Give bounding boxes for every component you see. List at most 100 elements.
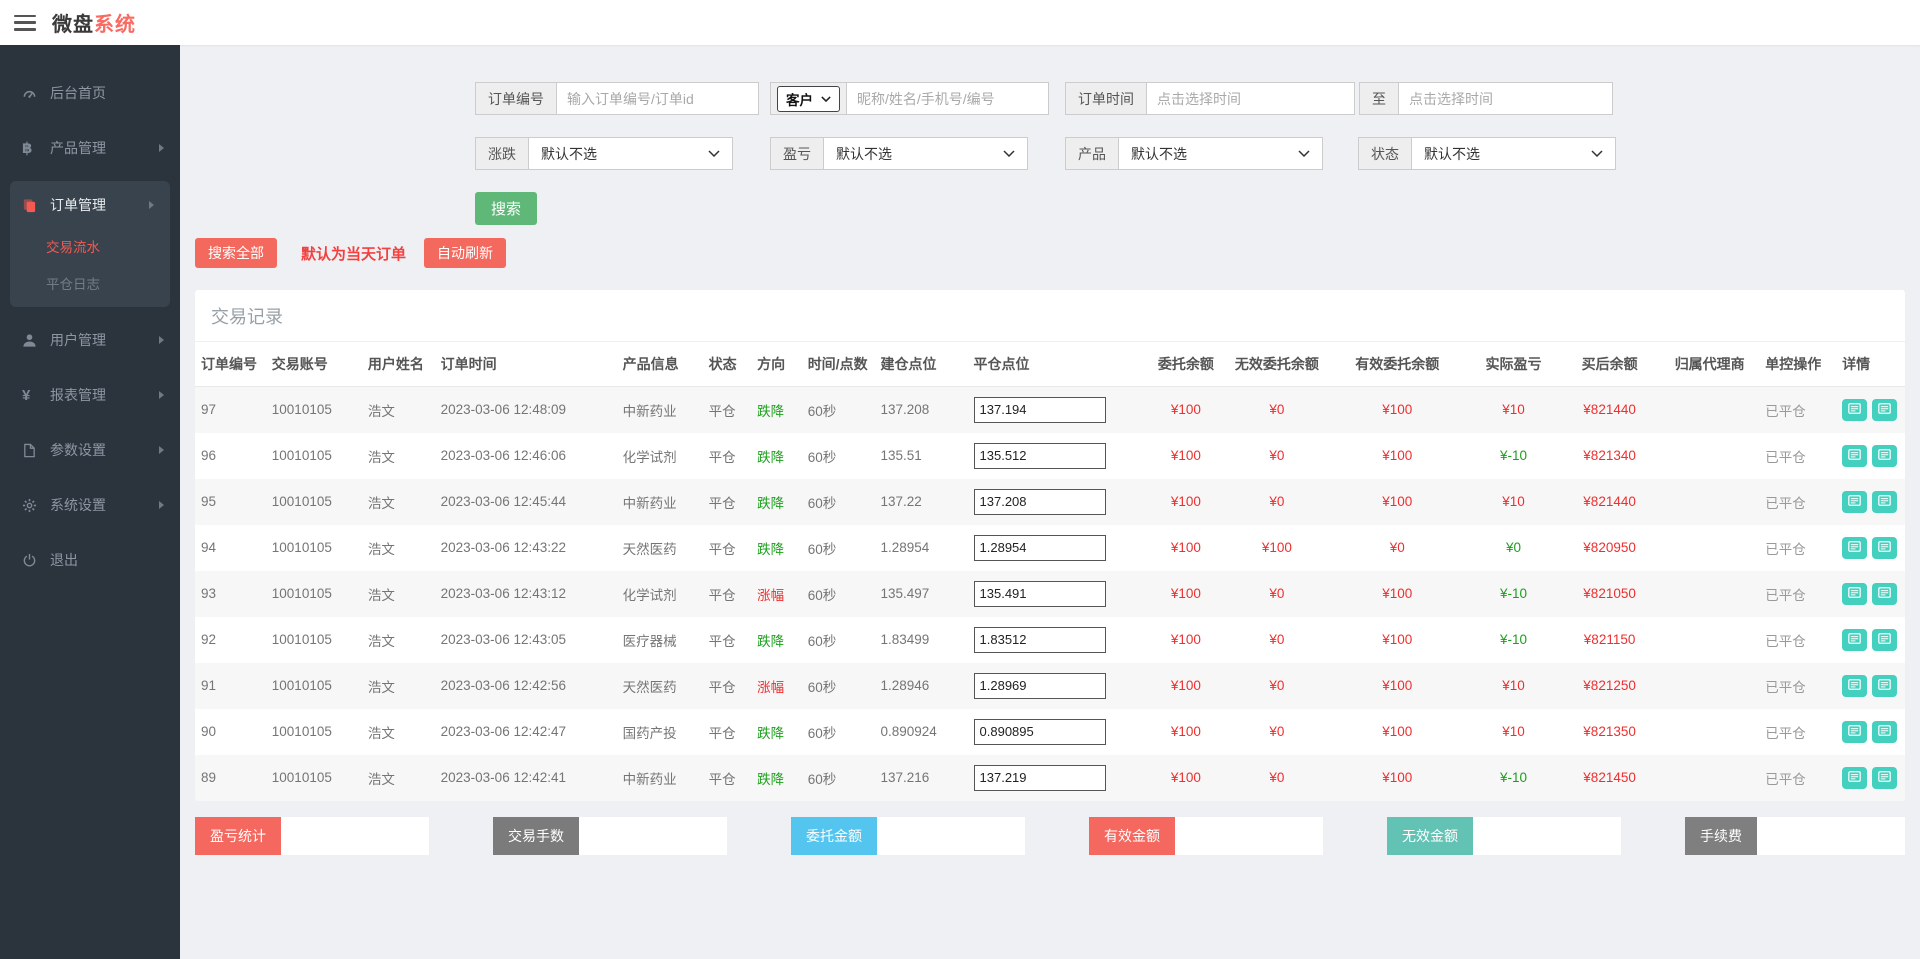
cell-detail [1836, 755, 1905, 801]
close-point-input[interactable] [973, 442, 1106, 469]
updown-select[interactable]: 默认不选 [528, 137, 733, 170]
top-header: 微盘系统 [0, 0, 1920, 45]
log-button[interactable] [1872, 398, 1898, 421]
cell-product: 中新药业 [622, 403, 677, 419]
cell-name: 浩文 [367, 587, 395, 603]
cell-duration: 60秒 [807, 449, 837, 465]
cell-detail [1836, 709, 1905, 755]
sidebar-item-report[interactable]: ¥ 报表管理 [0, 373, 180, 417]
close-point-input[interactable] [973, 580, 1106, 607]
sidebar-subitem-trade-flow[interactable]: 交易流水 [10, 227, 170, 264]
close-point-input[interactable] [973, 396, 1106, 423]
system-icon [22, 498, 46, 513]
detail-button[interactable] [1842, 444, 1868, 467]
log-button[interactable] [1872, 536, 1898, 559]
cell-balance: ¥821050 [1583, 586, 1636, 601]
detail-button[interactable] [1842, 674, 1868, 697]
sidebar-item-product[interactable]: ฿ 产品管理 [0, 126, 180, 170]
detail-button[interactable] [1842, 628, 1868, 651]
pl-select[interactable]: 默认不选 [823, 137, 1028, 170]
log-button[interactable] [1872, 628, 1898, 651]
sidebar-item-dashboard[interactable]: 后台首页 [0, 71, 180, 115]
cell-status: 平仓 [708, 541, 736, 557]
dashboard-icon [22, 86, 46, 101]
summary-value-valid-total[interactable] [1175, 816, 1323, 855]
sidebar-item-system[interactable]: 系统设置 [0, 483, 180, 527]
close-point-input[interactable] [973, 626, 1106, 653]
log-button[interactable] [1872, 490, 1898, 513]
cell-balance: ¥821150 [1583, 632, 1636, 647]
detail-button[interactable] [1842, 720, 1868, 743]
to-label: 至 [1359, 82, 1398, 115]
cell-time: 2023-03-06 12:42:47 [440, 724, 566, 739]
customer-type-select[interactable]: 客户 [777, 85, 840, 112]
detail-list-icon [1848, 448, 1861, 463]
params-icon [22, 443, 46, 458]
cell-invalid_entrust: ¥0 [1269, 678, 1285, 693]
summary-group-profit-total: 盈亏统计 [195, 816, 429, 855]
detail-button[interactable] [1842, 490, 1868, 513]
brand-primary: 微盘 [52, 14, 94, 36]
sidebar-item-label: 产品管理 [50, 140, 106, 156]
summary-value-entrust-total[interactable] [877, 816, 1025, 855]
sidebar-subitem-close-log[interactable]: 平仓日志 [10, 264, 170, 301]
customer-input[interactable] [846, 82, 1049, 115]
close-point-input[interactable] [973, 672, 1106, 699]
close-point-input[interactable] [973, 488, 1106, 515]
summary-value-fee-total[interactable] [1757, 816, 1905, 855]
auto-refresh-button[interactable]: 自动刷新 [424, 238, 507, 268]
order-icon [22, 198, 46, 213]
log-button[interactable] [1872, 582, 1898, 605]
search-all-button[interactable]: 搜索全部 [195, 238, 277, 268]
close-point-input[interactable] [973, 764, 1106, 791]
updown-filter: 涨跌 默认不选 [475, 137, 733, 170]
detail-button[interactable] [1842, 398, 1868, 421]
detail-button[interactable] [1842, 582, 1868, 605]
sidebar-item-order[interactable]: 订单管理 [10, 183, 170, 227]
cell-invalid_entrust: ¥0 [1269, 632, 1285, 647]
summary-value-invalid-total[interactable] [1473, 816, 1621, 855]
cell-status: 平仓 [708, 403, 736, 419]
summary-group-entrust-total: 委托金额 [791, 816, 1025, 855]
search-button[interactable]: 搜索 [475, 192, 538, 225]
summary-value-trade-lots[interactable] [579, 816, 727, 855]
log-button[interactable] [1872, 766, 1898, 789]
cell-time: 2023-03-06 12:43:05 [440, 632, 566, 647]
sidebar-item-params[interactable]: 参数设置 [0, 428, 180, 472]
cell-status: 平仓 [708, 633, 736, 649]
cell-product: 中新药业 [622, 771, 677, 787]
cell-status: 平仓 [708, 725, 736, 741]
column-header-account: 交易账号 [265, 342, 362, 387]
order-no-input[interactable] [556, 82, 759, 115]
updown-label: 涨跌 [475, 137, 528, 170]
sidebar-item-logout[interactable]: 退出 [0, 538, 180, 582]
cell-order_no: 93 [201, 586, 217, 601]
cell-open_point: 135.51 [880, 448, 922, 463]
time-label: 订单时间 [1065, 82, 1146, 115]
log-button[interactable] [1872, 674, 1898, 697]
cell-control: 已平仓 [1765, 403, 1806, 419]
time-end-input[interactable] [1398, 82, 1613, 115]
close-point-input[interactable] [973, 534, 1106, 561]
cell-balance: ¥821350 [1583, 724, 1636, 739]
close-point-input[interactable] [973, 718, 1106, 745]
cell-agent [1660, 755, 1759, 801]
product-select[interactable]: 默认不选 [1118, 137, 1323, 170]
time-start-input[interactable] [1146, 82, 1355, 115]
cell-duration: 60秒 [807, 587, 837, 603]
detail-button[interactable] [1842, 536, 1868, 559]
cell-profit: ¥10 [1502, 678, 1525, 693]
trade-records-panel: 交易记录 订单编号 交易账号 用户姓名 订单时间 产品信息 状态 方向 时间/点数 建仓点位 平仓… [195, 290, 1905, 801]
detail-list-icon [1878, 632, 1891, 647]
hamburger-menu-icon[interactable] [14, 14, 36, 31]
sidebar-item-label: 用户管理 [50, 332, 106, 348]
cell-open_point: 137.208 [880, 402, 930, 418]
status-select[interactable]: 默认不选 [1411, 137, 1616, 170]
cell-balance: ¥820950 [1583, 540, 1636, 555]
detail-button[interactable] [1842, 766, 1868, 789]
sidebar-item-user[interactable]: 用户管理 [0, 318, 180, 362]
log-button[interactable] [1872, 444, 1898, 467]
cell-product: 化学试剂 [622, 449, 677, 465]
log-button[interactable] [1872, 720, 1898, 743]
summary-value-profit-total[interactable] [281, 816, 429, 855]
